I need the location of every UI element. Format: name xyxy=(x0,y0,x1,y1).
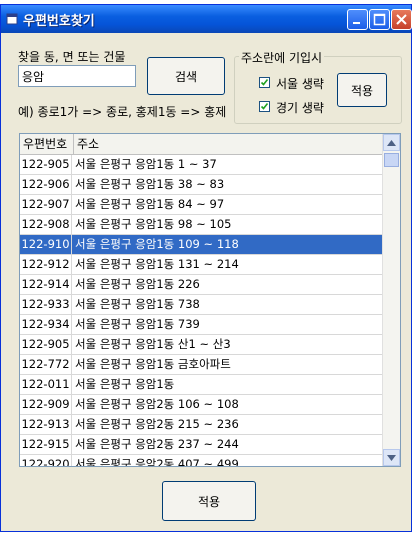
gyeonggi-omit-checkbox[interactable] xyxy=(259,101,270,112)
search-button[interactable]: 검색 xyxy=(147,57,225,95)
address-cell: 서울 은평구 응암1동 226 xyxy=(75,277,200,291)
address-cell: 서울 은평구 응암1동 84 ~ 97 xyxy=(75,197,225,211)
minimize-button[interactable] xyxy=(347,9,368,30)
table-row[interactable]: 122-920 서울 은평구 응암2동 407 ~ 499 xyxy=(20,455,382,467)
address-group-title: 주소란에 기입시 xyxy=(239,49,325,66)
app-icon xyxy=(6,13,18,25)
address-cell: 서울 은평구 응암2동 106 ~ 108 xyxy=(75,397,239,411)
table-row[interactable]: 122-772 서울 은평구 응암1동 금호아파트 xyxy=(20,355,382,375)
table-row[interactable]: 122-908 서울 은평구 응암1동 98 ~ 105 xyxy=(20,215,382,235)
check-icon xyxy=(260,103,269,110)
seoul-omit-label: 서울 생략 xyxy=(276,77,324,91)
zip-cell: 122-907 xyxy=(20,195,72,214)
address-cell: 서울 은평구 응암1동 금호아파트 xyxy=(75,357,231,371)
table-row[interactable]: 122-905 서울 은평구 응암1동 1 ~ 37 xyxy=(20,155,382,175)
zip-cell: 122-914 xyxy=(20,275,72,294)
column-header-zip[interactable]: 우편번호 xyxy=(20,134,74,154)
zipcode-window: 우편번호찾기 찾을 동, 면 또는 건물 응암 검색 예) 종로1가 => 종로… xyxy=(0,4,412,532)
address-cell: 서울 은평구 응암1동 산1 ~ 산3 xyxy=(75,337,231,351)
check-icon xyxy=(260,79,269,86)
zip-cell: 122-913 xyxy=(20,415,72,434)
address-cell: 서울 은평구 응암2동 407 ~ 499 xyxy=(75,457,239,467)
address-apply-button[interactable]: 적용 xyxy=(337,73,387,107)
zip-cell: 122-933 xyxy=(20,295,72,314)
zip-cell: 122-912 xyxy=(20,255,72,274)
table-row[interactable]: 122-909 서울 은평구 응암2동 106 ~ 108 xyxy=(20,395,382,415)
gyeonggi-omit-label: 경기 생략 xyxy=(276,101,324,115)
zip-cell: 122-905 xyxy=(20,155,72,174)
list-rows: 122-905 서울 은평구 응암1동 1 ~ 37 122-906 서울 은평구 응… xyxy=(20,155,382,467)
scroll-up-button[interactable] xyxy=(383,134,400,151)
seoul-omit-checkbox[interactable] xyxy=(259,77,270,88)
address-cell: 서울 은평구 응암1동 98 ~ 105 xyxy=(75,217,232,231)
zip-cell: 122-906 xyxy=(20,175,72,194)
column-header-address[interactable]: 주소 xyxy=(74,134,382,154)
zip-cell: 122-915 xyxy=(20,435,72,454)
zipcode-list[interactable]: 우편번호 주소 122-905 서울 은평구 응암1동 1 ~ 37 122-906… xyxy=(19,133,401,467)
address-cell: 서울 은평구 응암1동 xyxy=(75,377,175,391)
address-cell: 서울 은평구 응암1동 739 xyxy=(75,317,200,331)
zip-cell: 122-910 xyxy=(20,235,72,254)
zip-cell: 122-772 xyxy=(20,355,72,374)
table-row[interactable]: 122-933 서울 은평구 응암1동 738 xyxy=(20,295,382,315)
table-row[interactable]: 122-913 서울 은평구 응암2동 215 ~ 236 xyxy=(20,415,382,435)
address-cell: 서울 은평구 응암2동 237 ~ 244 xyxy=(75,437,239,451)
zip-cell: 122-011 xyxy=(20,375,72,394)
table-row[interactable]: 122-011 서울 은평구 응암1동 xyxy=(20,375,382,395)
address-cell: 서울 은평구 응암1동 109 ~ 118 xyxy=(75,237,239,251)
list-header: 우편번호 주소 xyxy=(20,134,382,155)
apply-button[interactable]: 적용 xyxy=(162,481,256,521)
table-row[interactable]: 122-910 서울 은평구 응암1동 109 ~ 118 xyxy=(20,235,382,255)
search-example: 예) 종로1가 => 종로, 홍제1동 => 홍제 xyxy=(18,105,227,119)
zip-cell: 122-909 xyxy=(20,395,72,414)
table-row[interactable]: 122-905 서울 은평구 응암1동 산1 ~ 산3 xyxy=(20,335,382,355)
search-label: 찾을 동, 면 또는 건물 xyxy=(18,50,126,64)
scroll-thumb[interactable] xyxy=(384,153,399,167)
window-title: 우편번호찾기 xyxy=(23,14,95,29)
minimize-icon xyxy=(353,22,360,24)
table-row[interactable]: 122-906 서울 은평구 응암1동 38 ~ 83 xyxy=(20,175,382,195)
address-cell: 서울 은평구 응암1동 738 xyxy=(75,297,200,311)
address-cell: 서울 은평구 응암2동 215 ~ 236 xyxy=(75,417,239,431)
search-input[interactable]: 응암 xyxy=(18,65,136,87)
zip-cell: 122-908 xyxy=(20,215,72,234)
table-row[interactable]: 122-912 서울 은평구 응암1동 131 ~ 214 xyxy=(20,255,382,275)
table-row[interactable]: 122-915 서울 은평구 응암2동 237 ~ 244 xyxy=(20,435,382,455)
close-button[interactable] xyxy=(391,9,412,30)
title-bar[interactable]: 우편번호찾기 xyxy=(1,5,412,33)
address-cell: 서울 은평구 응암1동 131 ~ 214 xyxy=(75,257,239,271)
zip-cell: 122-934 xyxy=(20,315,72,334)
address-cell: 서울 은평구 응암1동 1 ~ 37 xyxy=(75,157,217,171)
scroll-down-button[interactable] xyxy=(383,449,400,466)
close-icon xyxy=(396,14,407,25)
table-row[interactable]: 122-907 서울 은평구 응암1동 84 ~ 97 xyxy=(20,195,382,215)
maximize-button[interactable] xyxy=(369,9,390,30)
arrow-up-icon xyxy=(387,139,396,146)
maximize-icon xyxy=(373,13,386,26)
arrow-down-icon xyxy=(387,454,396,461)
vertical-scrollbar[interactable] xyxy=(382,134,400,466)
zip-cell: 122-905 xyxy=(20,335,72,354)
zip-cell: 122-920 xyxy=(20,455,72,466)
table-row[interactable]: 122-914 서울 은평구 응암1동 226 xyxy=(20,275,382,295)
table-row[interactable]: 122-934 서울 은평구 응암1동 739 xyxy=(20,315,382,335)
address-cell: 서울 은평구 응암1동 38 ~ 83 xyxy=(75,177,225,191)
